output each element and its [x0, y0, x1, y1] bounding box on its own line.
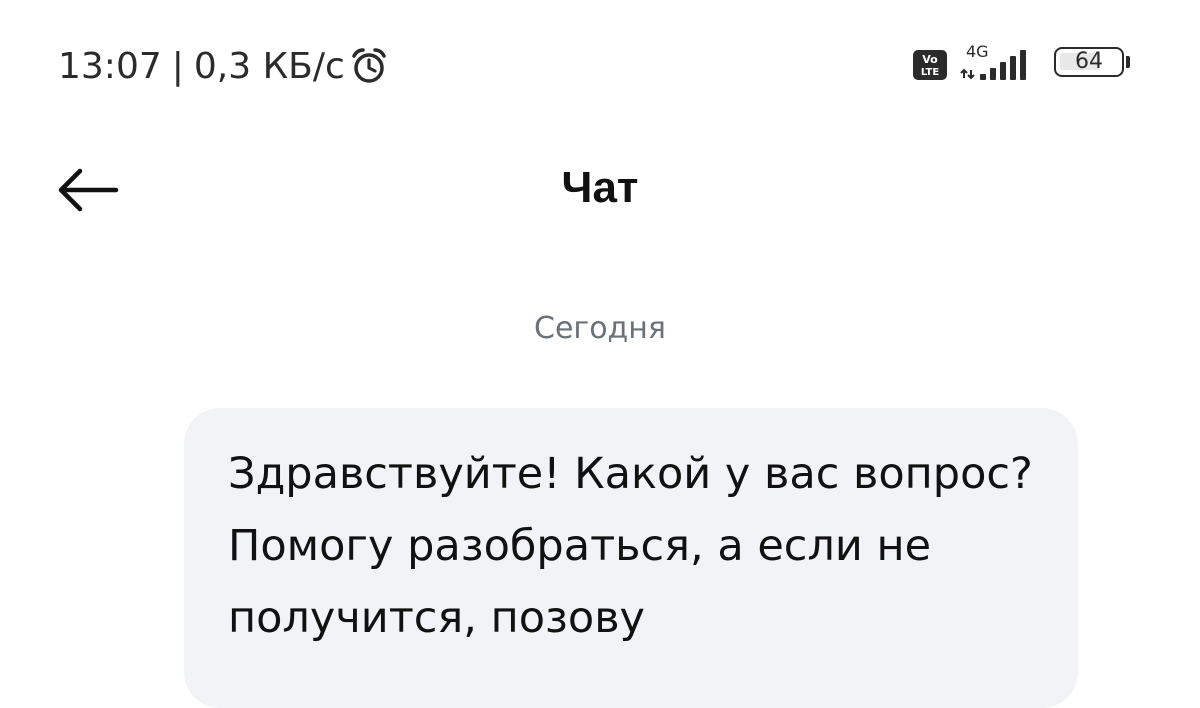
message-bubble: Здравствуйте! Какой у вас вопрос? Помогу… [184, 408, 1078, 708]
alarm-clock-icon [349, 46, 389, 86]
status-left: 13:07 | 0,3 КБ/с [58, 40, 389, 92]
date-divider: Сегодня [534, 311, 666, 346]
battery-level: 64 [1075, 49, 1103, 74]
status-right: Vo LTE 4G 64 [912, 42, 1134, 86]
svg-text:LTE: LTE [921, 67, 940, 78]
battery-icon: 64 [1054, 44, 1134, 86]
volte-icon: Vo LTE [912, 47, 948, 83]
svg-text:Vo: Vo [922, 53, 938, 66]
message-text: Здравствуйте! Какой у вас вопрос? Помогу… [228, 449, 1033, 643]
status-separator: | [171, 45, 184, 87]
cellular-signal-icon: 4G [960, 42, 1040, 86]
status-bar: 13:07 | 0,3 КБ/с Vo LTE 4G 64 [0, 0, 1200, 130]
page-title: Чат [561, 163, 639, 212]
network-speed: 0,3 КБ/с [193, 45, 345, 87]
chat-header: Чат [0, 140, 1200, 240]
battery-tip [1126, 56, 1130, 68]
status-time: 13:07 [58, 45, 162, 87]
